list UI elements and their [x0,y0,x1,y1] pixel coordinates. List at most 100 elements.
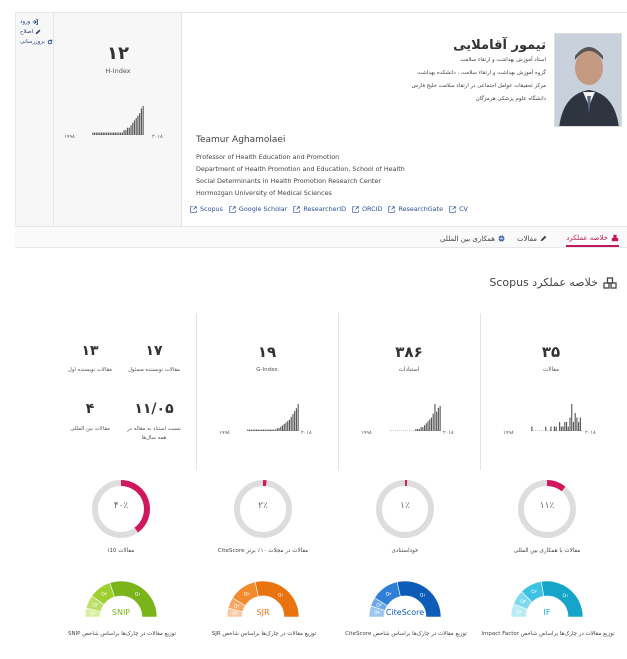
articles-histogram-bar [562,426,564,431]
g-index-histogram-bar [276,428,278,431]
g-index-metric: ۱۹ G-Index ۱۹۹۸ ۲۰۱۸ [197,313,338,470]
sign-in-icon [32,19,39,25]
h-index-histogram-bar [111,132,113,135]
link-scopus-label: Scopus [200,205,223,213]
g-index-histogram-bar [290,416,292,431]
refresh-label: بروزرسانی [20,39,45,45]
quartile-label: Q۱ [278,592,284,598]
citations-histogram-bar [439,405,441,431]
articles-histogram-bar [565,422,568,431]
citations-value: ۳۸۶ [395,343,423,361]
quartile-label: Q۴ [374,610,381,616]
h-index-histogram-bar [95,132,97,135]
g-index-histogram-bar [255,429,258,431]
tab-performance-summary[interactable]: خلاصه عملکرد [566,230,619,247]
top-citescore-gauge-value: ۲٪ [258,501,268,511]
h-index-histogram-bar [92,132,94,135]
quartile-chart-name: CiteScore [386,608,424,617]
top-citescore-gauge-label: مقالات در مجلات ۱۰٪ برتر CiteScore [217,548,309,554]
g-index-histogram-bar [254,429,256,431]
link-researchgate[interactable]: ResearchGate [388,205,443,213]
articles-histogram-bar [576,417,578,431]
if-caption: توزیع مقالات در چارک‌ها براساس شاخص Impa… [481,631,615,637]
g-index-histogram-bar [261,429,263,431]
g-index-histogram-bar [271,429,273,431]
h-index-panel: ۱۲ H-Index ۱۹۹۸ ۲۰۱۸ [54,13,182,226]
tab-performance-summary-label: خلاصه عملکرد [566,233,608,242]
profile-photo [554,33,622,127]
self-citation-gauge-label: خوداستنادی [391,548,419,554]
international-collab-gauge-label: مقالات با همکاری بین المللی [513,548,581,554]
articles-histogram-bar [571,404,573,431]
link-cv[interactable]: CV [449,205,468,213]
quartile-label: Q۲ [244,591,251,597]
avg-citations-label: نسبت استناد به مقاله در همه سال‌ها [127,426,181,441]
metrics-panel: ۱۳ مقالات نویسنده اول ۱۷ مقالات نویسنده … [55,313,622,470]
gauge-fill [546,480,566,492]
tab-articles[interactable]: مقالات [517,230,547,247]
tab-articles-label: مقالات [516,234,537,243]
edit-link[interactable]: اصلاح [20,27,52,37]
cubes-icon [611,234,619,241]
link-orcid[interactable]: ORCID [352,205,382,213]
link-scopus[interactable]: Scopus [190,205,223,213]
articles-year-start: ۱۹۹۸ [503,430,514,436]
i10-gauge-label: مقالات i10 [107,548,135,554]
link-researcherid[interactable]: ResearcherID [293,205,346,213]
link-google-scholar[interactable]: Google Scholar [229,205,287,213]
quartile-chart-name: IF [544,608,551,617]
quartile-label: Q۱ [420,592,426,598]
articles-histogram-bar [560,426,562,431]
g-index-histogram-bar [275,429,277,431]
citations-year-end: ۲۰۱۸ [443,430,454,436]
citations-histogram-bar [436,411,438,431]
g-index-histogram-bar [269,429,271,431]
quartile-label: Q۲ [531,589,538,595]
articles-histogram-bar [574,413,576,431]
articles-metric: ۳۵ مقالات ۱۹۹۸ ۲۰۱۸ [481,313,622,470]
login-link[interactable]: ورود [20,17,52,27]
citescore-caption: توزیع مقالات در چارک‌ها براساس شاخص Cite… [345,631,467,637]
h-index-histogram-bar [99,132,101,135]
g-index-histogram-bar [281,425,284,431]
quartile-label: Q۲ [101,592,108,598]
g-index-histogram-bar [283,423,285,431]
quartile-chart-name: SJR [257,608,270,617]
name-en: Teamur Aghamolaei [196,135,286,145]
articles-histogram-bar [555,426,557,431]
g-index-histogram [247,403,299,431]
h-index-histogram-bar [128,127,130,135]
h-index-histogram-bar [130,125,132,135]
tab-international-collaboration-label: همکاری بین المللی [439,234,495,243]
h-index-histogram-bar [126,127,129,135]
h-index-histogram-bar [137,115,139,135]
tab-international-collaboration[interactable]: همکاری بین المللی [440,230,505,247]
articles-histogram [531,403,583,431]
avg-citations-value: ۱۱/۰۵ [134,401,174,417]
citations-histogram-bar [422,427,424,431]
g-index-histogram-bar [297,404,299,431]
h-index-histogram-bar [97,132,99,135]
first-author-label: مقالات نویسنده اول [68,367,112,373]
external-link-icon [229,205,236,213]
i10-gauge-value: ۴۰٪ [113,501,129,511]
first-author-value: ۱۳ [81,343,99,359]
external-link-icon [449,205,456,213]
international-value: ۴ [85,401,95,417]
g-index-histogram-bar [252,429,254,431]
citations-histogram-bar [429,419,431,431]
en-line-1: Professor of Health Education and Promot… [196,153,340,161]
h-index-histogram-bar [116,132,118,135]
h-index-label: H-Index [105,67,131,75]
h-index-histogram-bar [142,106,144,135]
articles-histogram-svg [531,404,583,431]
external-links: Scopus Google Scholar ResearcherID ORCID… [190,205,468,213]
refresh-link[interactable]: بروزرسانی [20,37,53,47]
h-index-histogram-bar [120,132,122,135]
citations-histogram-bar [434,404,436,431]
articles-histogram-bar [578,422,580,431]
articles-value: ۳۵ [541,343,561,361]
fa-line-2: گروه آموزش بهداشت و ارتقاء سلامت ، دانشک… [417,70,546,76]
articles-histogram-bar [579,417,581,431]
citations-histogram-bar [415,429,417,431]
